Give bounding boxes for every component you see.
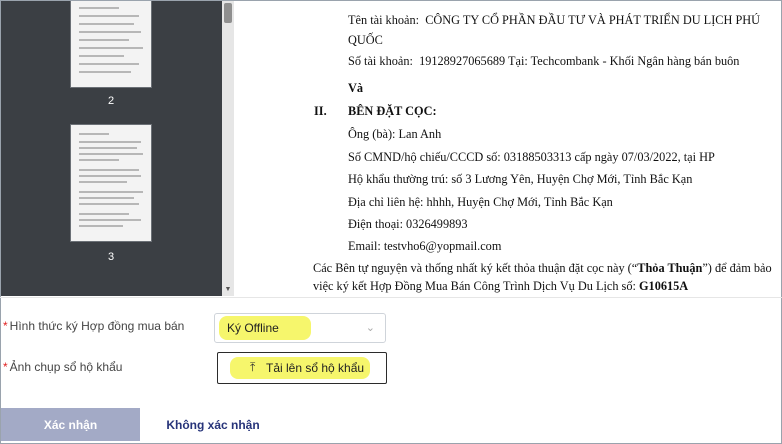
agreement-paragraph-line-2: việc ký kết Hợp Đồng Mua Bán Công Trình …: [313, 279, 689, 293]
and-word: Và: [348, 81, 364, 95]
document-page: Tên tài khoản: CÔNG TY CỔ PHẦN ĐẦU TƯ VÀ…: [236, 1, 780, 296]
page-thumbnail-2[interactable]: [71, 1, 151, 87]
confirm-button[interactable]: Xác nhận: [1, 408, 140, 441]
account-name-value: CÔNG TY CỔ PHẦN ĐẦU TƯ VÀ PHÁT TRIỂN DU …: [425, 13, 761, 27]
depositor-phone: Điện thoại: 0326499893: [348, 217, 468, 231]
upload-icon: ⤒: [250, 360, 256, 374]
contract-type-label: * Hình thức ký Hợp đồng mua bán: [3, 319, 185, 333]
contract-type-select[interactable]: Ký Offline ⌄: [214, 313, 386, 343]
thumbnail-page-number: 2: [107, 95, 115, 107]
household-photo-label: * Ảnh chụp sổ hộ khẩu: [3, 360, 123, 374]
depositor-contact-address: Địa chỉ liên hệ: hhhh, Huyện Chợ Mới, Tỉ…: [348, 195, 613, 209]
page-thumbnail-3[interactable]: [71, 125, 151, 241]
scroll-down-arrow-icon[interactable]: ▼: [224, 286, 232, 294]
section-number: II.: [314, 104, 327, 118]
depositor-id: Số CMND/hộ chiếu/CCCD số: 03188503313 cấ…: [348, 150, 715, 164]
section-divider: [0, 297, 782, 298]
scrollbar-thumb[interactable]: [224, 3, 232, 23]
account-name-continued: QUỐC: [348, 33, 383, 47]
section-title: BÊN ĐẶT CỌC:: [348, 104, 437, 118]
contract-type-value: Ký Offline: [227, 321, 279, 335]
upload-button-label: Tải lên sổ hộ khẩu: [266, 361, 365, 375]
account-name-line: Tên tài khoản: CÔNG TY CỔ PHẦN ĐẦU TƯ VÀ…: [348, 13, 760, 28]
page-thumbnail-panel[interactable]: 2 3: [1, 1, 234, 296]
depositor-name: Ông (bà): Lan Anh: [348, 127, 442, 141]
agreement-paragraph-line-1: Các Bên tự nguyện và thống nhất ký kết t…: [313, 261, 772, 275]
depositor-email: Email: testvho6@yopmail.com: [348, 239, 502, 253]
thumbnail-page-number: 3: [107, 251, 115, 263]
thumbnail-scrollbar[interactable]: ▼: [222, 1, 234, 296]
required-mark: *: [3, 319, 8, 333]
decline-button[interactable]: Không xác nhận: [154, 408, 272, 441]
account-name-label: Tên tài khoản:: [348, 13, 420, 27]
chevron-down-icon: ⌄: [365, 322, 375, 334]
required-mark: *: [3, 360, 8, 374]
depositor-household: Hộ khẩu thường trú: số 3 Lương Yên, Huyệ…: [348, 172, 693, 186]
account-number-value: 19128927065689 Tại: Techcombank - Khối N…: [419, 54, 740, 68]
account-number-label: Số tài khoản:: [348, 54, 413, 68]
upload-household-button[interactable]: ⤒ Tải lên sổ hộ khẩu: [217, 352, 387, 384]
account-number-line: Số tài khoản: 19128927065689 Tại: Techco…: [348, 54, 739, 69]
